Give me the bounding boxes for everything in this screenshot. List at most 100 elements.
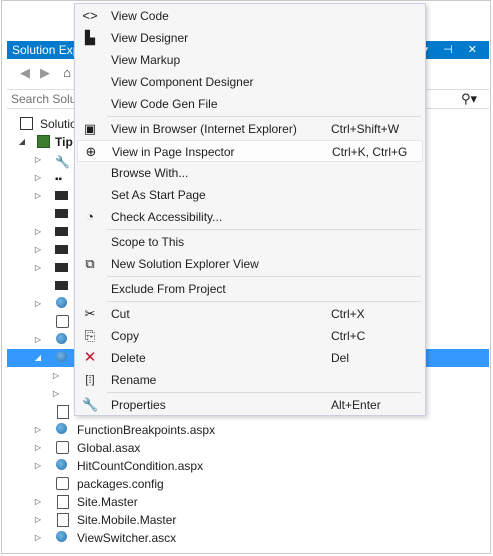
tree-item-functionbreakpoints[interactable]: ▷ FunctionBreakpoints.aspx [7,421,489,439]
menu-item-view-in-browser[interactable]: ▣ View in Browser (Internet Explorer) Ct… [77,118,423,140]
menu-item-shortcut: Ctrl+K, Ctrl+G [332,145,408,159]
home-icon[interactable]: ⌂ [59,65,75,81]
menu-item-exclude-from-project[interactable]: Exclude From Project [77,278,423,300]
global-asax-icon [56,441,69,454]
solution-icon [20,117,33,130]
menu-item-rename[interactable]: [⁞] Rename [77,369,423,391]
menu-item-view-in-page-inspector[interactable]: ⊕ View in Page Inspector Ctrl+K, Ctrl+G [77,140,423,162]
search-input[interactable]: Search Solu [11,92,76,106]
web-file-icon [56,297,67,308]
menu-item-label: Copy [111,329,140,343]
tree-item-label: ViewSwitcher.ascx [77,531,177,545]
menu-item-shortcut: Alt+Enter [331,398,381,412]
back-icon[interactable]: ◀ [17,65,33,81]
tree-item-label: HitCountCondition.aspx [77,459,204,473]
collapse-arrow-icon[interactable]: ◢ [33,349,43,367]
tree-item-site-master[interactable]: ▷ Site.Master [7,493,489,511]
expand-arrow-icon[interactable]: ▷ [33,439,43,457]
menu-item-label: Browse With... [111,166,189,180]
tree-item-label: FunctionBreakpoints.aspx [77,423,216,437]
cut-icon: ✂ [84,306,96,321]
expand-arrow-icon[interactable]: ▷ [33,151,43,169]
tree-item-site-mobile-master[interactable]: ▷ Site.Mobile.Master [7,511,489,529]
master-page-icon [57,495,69,509]
properties-icon: 🔧 [82,397,99,412]
file-icon [57,405,69,419]
menu-item-shortcut: Ctrl+X [331,307,365,321]
menu-item-label: View Code [111,9,169,23]
menu-item-set-as-start-page[interactable]: Set As Start Page [77,184,423,206]
menu-item-shortcut: Ctrl+C [331,329,366,343]
menu-separator [107,229,421,230]
tree-item-global-asax[interactable]: ▷ Global.asax [7,439,489,457]
expand-arrow-icon[interactable]: ▷ [33,241,43,259]
web-file-icon [56,333,67,344]
expand-arrow-icon[interactable]: ▷ [33,529,43,547]
menu-item-cut[interactable]: ✂ Cut Ctrl+X [77,303,423,325]
menu-item-shortcut: Ctrl+Shift+W [331,122,400,136]
tree-item-label: Solutio [40,117,77,131]
expand-arrow-icon[interactable]: ▷ [51,367,61,385]
menu-item-browse-with[interactable]: Browse With... [77,162,423,184]
expand-arrow-icon[interactable]: ▷ [33,457,43,475]
menu-item-view-designer[interactable]: ▙ View Designer [77,27,423,49]
search-icon[interactable]: ⚲▾ [461,91,477,107]
tree-item-label: Site.Mobile.Master [77,513,177,527]
references-icon: ▪▪ [55,174,63,185]
expand-arrow-icon[interactable]: ▷ [33,421,43,439]
menu-item-label: View Component Designer [111,75,254,89]
tree-item-label: Tip [55,135,73,149]
menu-item-new-solution-explorer-view[interactable]: ⧉ New Solution Explorer View [77,253,423,275]
menu-separator [107,392,421,393]
expand-arrow-icon[interactable]: ▷ [33,169,43,187]
pane-title: Solution Exp [12,43,80,57]
menu-item-view-code[interactable]: <> View Code [77,5,423,27]
menu-item-label: New Solution Explorer View [111,257,259,271]
expand-arrow-icon[interactable]: ▷ [33,331,43,349]
menu-item-properties[interactable]: 🔧 Properties Alt+Enter [77,394,423,416]
accessibility-icon: ◔ [86,209,94,224]
expand-arrow-icon[interactable]: ▷ [33,511,43,529]
page-inspector-icon: ⊕ [85,144,97,159]
expand-arrow-icon[interactable]: ▷ [33,493,43,511]
menu-item-view-markup[interactable]: View Markup [77,49,423,71]
menu-item-label: Exclude From Project [111,282,226,296]
menu-separator [107,276,421,277]
forward-icon[interactable]: ▶ [37,65,53,81]
menu-item-label: View Markup [111,53,181,67]
menu-item-view-code-gen-file[interactable]: View Code Gen File [77,93,423,115]
menu-item-label: Check Accessibility... [111,210,223,224]
delete-icon: ✕ [83,349,97,366]
user-control-icon [56,531,67,542]
menu-item-copy[interactable]: ⎘ Copy Ctrl+C [77,325,423,347]
browser-icon: ▣ [83,121,97,136]
expand-arrow-icon[interactable]: ▷ [33,187,43,205]
web-project-icon [37,135,50,148]
menu-item-view-component-designer[interactable]: View Component Designer [77,71,423,93]
tree-item-hitcountcondition[interactable]: ▷ HitCountCondition.aspx [7,457,489,475]
menu-item-check-accessibility[interactable]: ◔ Check Accessibility... [77,206,423,228]
expand-arrow-icon[interactable]: ▷ [33,223,43,241]
web-file-icon [56,351,67,362]
menu-item-label: Delete [111,351,146,365]
code-icon: <> [82,8,98,23]
tree-item-packages-config[interactable]: packages.config [7,475,489,493]
window-frame: Solution Exp ▾ ⊣ ✕ ◀ ▶ ⌂ Search Solu ⚲▾ … [1,0,491,554]
collapse-arrow-icon[interactable]: ◢ [17,133,27,151]
expand-arrow-icon[interactable]: ▷ [51,385,61,403]
menu-item-label: Cut [111,307,130,321]
menu-item-scope-to-this[interactable]: Scope to This [77,231,423,253]
menu-item-delete[interactable]: ✕ Delete Del [77,347,423,369]
web-file-icon [56,423,67,434]
tree-item-label: Site.Master [77,495,138,509]
folder-icon [55,191,68,200]
config-file-icon [56,315,69,328]
menu-item-label: Scope to This [111,235,185,249]
copy-icon: ⎘ [84,328,96,343]
tree-item-viewswitcher[interactable]: ▷ ViewSwitcher.ascx [7,529,489,547]
folder-icon [55,227,68,236]
expand-arrow-icon[interactable]: ▷ [33,259,43,277]
web-file-icon [56,459,67,470]
pane-controls[interactable]: ▾ ⊣ ✕ [423,41,483,59]
expand-arrow-icon[interactable]: ▷ [33,295,43,313]
